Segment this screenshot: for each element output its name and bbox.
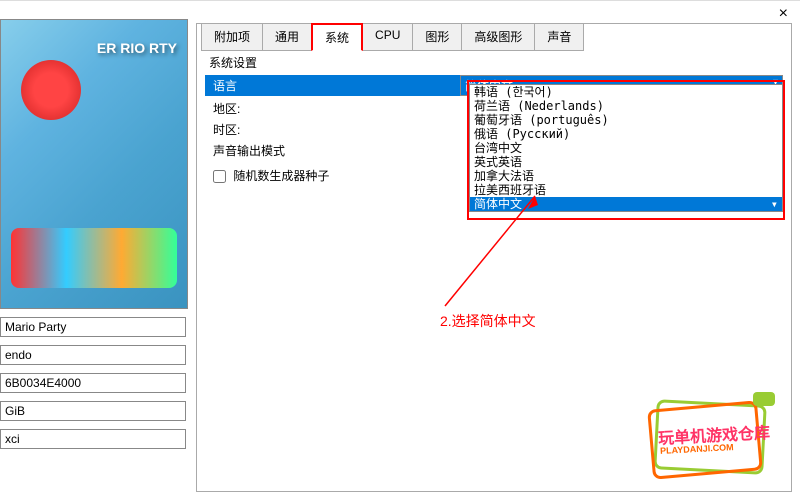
language-option[interactable]: 葡萄牙语 (português) — [470, 113, 782, 127]
timezone-label: 时区: — [205, 121, 460, 138]
language-option[interactable]: 台湾中文 — [470, 141, 782, 155]
publisher-field[interactable]: endo — [0, 345, 186, 365]
watermark-logo: 玩单机游戏仓库 PLAYDANJI.COM — [650, 400, 770, 480]
title-id-field[interactable]: 6B0034E4000 — [0, 373, 186, 393]
tab-3[interactable]: CPU — [362, 23, 413, 51]
tab-2[interactable]: 系统 — [311, 23, 363, 51]
tab-4[interactable]: 图形 — [412, 23, 462, 51]
language-option[interactable]: 韩语 (한국어) — [470, 85, 782, 99]
close-button[interactable]: × — [779, 5, 788, 23]
language-option[interactable]: 英式英语 — [470, 155, 782, 169]
language-option[interactable]: 简体中文 — [470, 197, 782, 211]
game-title-field[interactable]: Mario Party — [0, 317, 186, 337]
game-cover-image: ER RIO RTY — [0, 19, 188, 309]
size-field[interactable]: GiB — [0, 401, 186, 421]
language-option[interactable]: 拉美西班牙语 — [470, 183, 782, 197]
language-label: 语言 — [205, 75, 460, 96]
language-option[interactable]: 加拿大法语 — [470, 169, 782, 183]
rng-seed-label: 随机数生成器种子 — [233, 169, 329, 183]
tab-content: 系统设置 语言 简体中文 地区: 时区: 声音输出模式 随机数生成器种子 韩语 … — [205, 48, 783, 188]
section-title: 系统设置 — [209, 54, 783, 71]
left-panel: ER RIO RTY Mario Party endo 6B0034E4000 … — [0, 19, 190, 449]
format-field[interactable]: xci — [0, 429, 186, 449]
tab-bar: 附加项通用系统CPU图形高级图形声音 — [201, 23, 583, 51]
annotation-text: 2.选择简体中文 — [440, 311, 536, 331]
tab-6[interactable]: 声音 — [534, 23, 584, 51]
language-option[interactable]: 俄语 (Русский) — [470, 127, 782, 141]
tab-5[interactable]: 高级图形 — [461, 23, 535, 51]
language-options-list: 韩语 (한국어)荷兰语 (Nederlands)葡萄牙语 (português)… — [469, 84, 783, 212]
rng-seed-checkbox[interactable] — [213, 170, 226, 183]
tab-1[interactable]: 通用 — [262, 23, 312, 51]
language-option[interactable]: 荷兰语 (Nederlands) — [470, 99, 782, 113]
tab-0[interactable]: 附加项 — [201, 23, 263, 51]
game-title-overlay: ER RIO RTY — [97, 40, 177, 57]
region-label: 地区: — [205, 100, 460, 117]
audio-mode-label: 声音输出模式 — [205, 142, 460, 159]
